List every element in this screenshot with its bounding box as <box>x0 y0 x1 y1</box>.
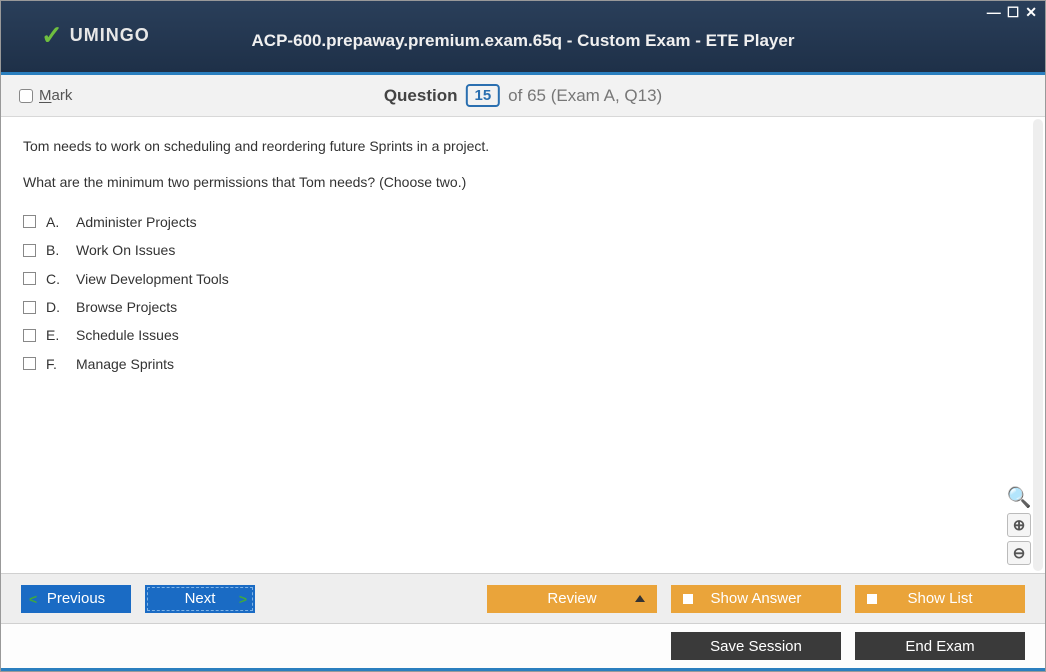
chevron-right-icon: > <box>239 591 247 607</box>
show-answer-button[interactable]: Show Answer <box>671 585 841 613</box>
zoom-in-icon[interactable]: ⊕ <box>1007 513 1031 537</box>
triangle-up-icon <box>635 595 645 602</box>
next-button[interactable]: Next > <box>145 585 255 613</box>
close-icon[interactable]: ✕ <box>1025 5 1037 19</box>
search-icon[interactable]: 🔍 <box>1007 485 1031 509</box>
previous-button[interactable]: < Previous <box>21 585 131 613</box>
titlebar: — ☐ ✕ ✓ UMINGO ACP-600.prepaway.premium.… <box>1 1 1045 75</box>
question-body: Tom needs to work on scheduling and reor… <box>1 117 1045 573</box>
question-bar: Mark Question 15 of 65 (Exam A, Q13) <box>1 75 1045 117</box>
previous-label: Previous <box>47 590 105 607</box>
question-suffix: of 65 (Exam A, Q13) <box>508 86 662 106</box>
show-list-button[interactable]: Show List <box>855 585 1025 613</box>
zoom-out-icon[interactable]: ⊖ <box>1007 541 1031 565</box>
end-exam-label: End Exam <box>905 638 974 655</box>
answer-row[interactable]: C. View Development Tools <box>23 265 1023 293</box>
answer-row[interactable]: F. Manage Sprints <box>23 350 1023 378</box>
chevron-left-icon: < <box>29 591 37 607</box>
next-label: Next <box>185 590 216 607</box>
question-indicator: Question 15 of 65 (Exam A, Q13) <box>384 84 662 107</box>
answer-checkbox[interactable] <box>23 357 36 370</box>
answer-row[interactable]: B. Work On Issues <box>23 236 1023 264</box>
answer-row[interactable]: A. Administer Projects <box>23 208 1023 236</box>
answer-letter: D. <box>46 296 66 318</box>
question-word: Question <box>384 86 458 106</box>
save-session-label: Save Session <box>710 638 802 655</box>
answer-letter: E. <box>46 324 66 346</box>
square-icon <box>867 594 877 604</box>
bottombar: Save Session End Exam <box>1 623 1045 671</box>
answer-text: Administer Projects <box>76 211 197 233</box>
scrollbar[interactable] <box>1033 119 1043 571</box>
show-list-label: Show List <box>907 590 972 607</box>
answer-letter: A. <box>46 211 66 233</box>
answer-checkbox[interactable] <box>23 215 36 228</box>
answer-row[interactable]: E. Schedule Issues <box>23 321 1023 349</box>
question-number[interactable]: 15 <box>465 84 500 107</box>
maximize-icon[interactable]: ☐ <box>1007 5 1020 19</box>
mark-label-rest: ark <box>52 87 73 104</box>
zoom-tools: 🔍 ⊕ ⊖ <box>1007 485 1031 565</box>
end-exam-button[interactable]: End Exam <box>855 632 1025 660</box>
answer-checkbox[interactable] <box>23 244 36 257</box>
answer-text: Work On Issues <box>76 239 175 261</box>
mark-label-letter: M <box>39 87 52 104</box>
question-text-2: What are the minimum two permissions tha… <box>23 171 1023 193</box>
show-answer-label: Show Answer <box>711 590 802 607</box>
review-label: Review <box>547 590 596 607</box>
answer-checkbox[interactable] <box>23 272 36 285</box>
answer-text: Browse Projects <box>76 296 177 318</box>
mark-checkbox[interactable] <box>19 89 33 103</box>
answer-text: View Development Tools <box>76 268 229 290</box>
toolbar: < Previous Next > Review Show Answer Sho… <box>1 573 1045 623</box>
window-title: ACP-600.prepaway.premium.exam.65q - Cust… <box>1 31 1045 51</box>
minimize-icon[interactable]: — <box>987 5 1001 19</box>
save-session-button[interactable]: Save Session <box>671 632 841 660</box>
answer-letter: C. <box>46 268 66 290</box>
answer-checkbox[interactable] <box>23 301 36 314</box>
answer-letter: F. <box>46 353 66 375</box>
review-button[interactable]: Review <box>487 585 657 613</box>
answer-letter: B. <box>46 239 66 261</box>
square-icon <box>683 594 693 604</box>
answer-checkbox[interactable] <box>23 329 36 342</box>
window-controls: — ☐ ✕ <box>987 5 1037 19</box>
answer-row[interactable]: D. Browse Projects <box>23 293 1023 321</box>
answer-text: Manage Sprints <box>76 353 174 375</box>
answer-text: Schedule Issues <box>76 324 179 346</box>
mark-checkbox-wrap[interactable]: Mark <box>19 87 72 104</box>
question-text-1: Tom needs to work on scheduling and reor… <box>23 135 1023 157</box>
